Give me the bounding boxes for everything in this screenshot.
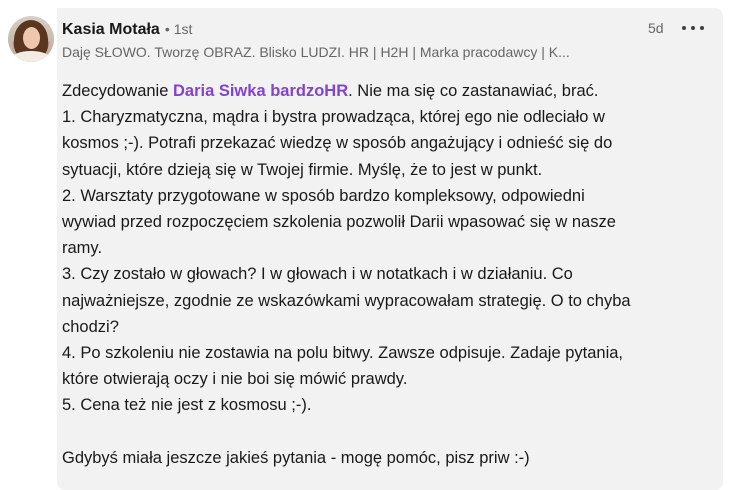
comment-intro-before: Zdecydowanie: [62, 82, 173, 100]
more-horizontal-icon-dot: [700, 26, 704, 30]
connection-degree: 1st: [173, 21, 193, 37]
author-separator: •: [164, 21, 170, 37]
comment-line: 1. Charyzmatyczna, mądra i bystra prowad…: [62, 108, 605, 127]
author-headline: Daję SŁOWO. Tworzę OBRAZ. Blisko LUDZI. …: [62, 44, 570, 60]
author-row: Kasia Motała • 1st: [62, 21, 192, 39]
comment-line: które otwierają oczy i nie boi się mówić…: [62, 370, 408, 389]
more-options-button[interactable]: [680, 18, 706, 38]
comment-timestamp: 5d: [648, 20, 664, 36]
avatar-face: [23, 27, 40, 49]
more-horizontal-icon: [682, 26, 686, 30]
avatar[interactable]: [8, 16, 54, 62]
comment-line: wywiad przed rozpoczęciem szkolenia pozw…: [62, 213, 616, 232]
avatar-shirt: [10, 51, 52, 62]
comment-line: kosmos ;-). Potrafi przekazać wiedzę w s…: [62, 134, 613, 153]
comment-intro-after: . Nie ma się co zastanawiać, brać.: [348, 82, 599, 100]
comment-body: Zdecydowanie Daria Siwka bardzoHR. Nie m…: [62, 78, 714, 471]
comment-line: 3. Czy zostało w głowach? I w głowach i …: [62, 265, 573, 284]
comment-line: sytuacji, które dzieją się w Twojej firm…: [62, 160, 543, 179]
comment-line: 5. Cena też nie jest z kosmosu ;-).: [62, 396, 312, 415]
author-name[interactable]: Kasia Motała: [62, 21, 160, 39]
comment-line: 4. Po szkoleniu nie zostawia na polu bit…: [62, 344, 624, 363]
comment-item: Kasia Motała • 1st Daję SŁOWO. Tworzę OB…: [0, 0, 732, 490]
comment-closing-line: Gdybyś miała jeszcze jakieś pytania - mo…: [62, 448, 530, 467]
comment-line: najważniejsze, zgodnie ze wskazówkami wy…: [62, 291, 631, 310]
mention-link[interactable]: Daria Siwka bardzoHR: [173, 82, 348, 100]
more-horizontal-icon-dot: [691, 26, 695, 30]
comment-line: ramy.: [62, 239, 103, 258]
comment-line: 2. Warsztaty przygotowane w sposób bardz…: [62, 186, 585, 205]
comment-line: chodzi?: [62, 317, 119, 336]
comment-intro-line: Zdecydowanie Daria Siwka bardzoHR. Nie m…: [62, 78, 714, 104]
